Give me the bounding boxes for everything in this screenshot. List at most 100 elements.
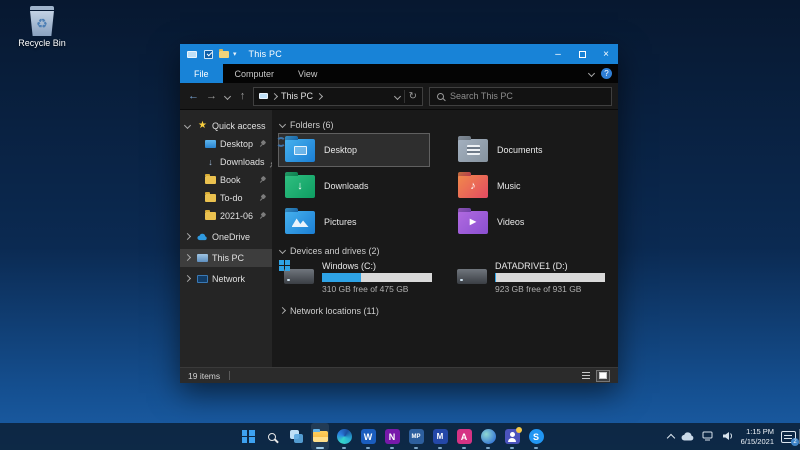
- volume-tray-icon[interactable]: [722, 428, 734, 446]
- folder-tile-music[interactable]: ♪ Music: [451, 169, 603, 203]
- taskbar-teams[interactable]: [503, 423, 521, 450]
- task-view-button[interactable]: [287, 423, 305, 450]
- forward-button[interactable]: →: [204, 91, 219, 102]
- sidebar-item-this-pc[interactable]: This PC: [180, 249, 272, 267]
- sidebar-item-desktop[interactable]: Desktop: [180, 135, 272, 153]
- this-pc-icon: [259, 93, 268, 99]
- search-icon: [268, 433, 276, 441]
- folder-label: Videos: [497, 217, 524, 227]
- details-view-button[interactable]: [579, 370, 593, 382]
- new-folder-icon[interactable]: [217, 47, 231, 61]
- drive-tile-c[interactable]: Windows (C:) 310 GB free of 475 GB: [278, 259, 438, 297]
- pin-icon[interactable]: [256, 210, 267, 221]
- folder-label: Music: [497, 181, 521, 191]
- drive-tile-d[interactable]: DATADRIVE1 (D:) 923 GB free of 931 GB: [451, 259, 611, 297]
- refresh-icon[interactable]: ↻: [409, 91, 417, 102]
- folder-tile-documents[interactable]: Documents: [451, 133, 603, 167]
- pin-icon[interactable]: [266, 159, 272, 165]
- sidebar-item-2021-06[interactable]: 2021-06: [180, 207, 272, 225]
- close-button[interactable]: ×: [594, 44, 618, 64]
- folder-tile-videos[interactable]: ▶ Videos: [451, 205, 603, 239]
- onedrive-tray-icon[interactable]: [681, 428, 695, 446]
- sidebar-item-onedrive[interactable]: OneDrive: [180, 228, 272, 246]
- tab-computer[interactable]: Computer: [223, 64, 287, 83]
- tab-view[interactable]: View: [286, 64, 329, 83]
- this-pc-icon: [185, 47, 199, 61]
- sidebar-item-network[interactable]: Network: [180, 270, 272, 288]
- thumbnail-view-button[interactable]: [596, 370, 610, 382]
- notification-center-icon[interactable]: 2: [781, 431, 796, 443]
- folder-tile-desktop[interactable]: Desktop: [278, 133, 430, 167]
- pin-icon[interactable]: [256, 192, 267, 203]
- quick-access-toolbar-caret-icon[interactable]: ▾: [233, 51, 237, 58]
- folder-tile-downloads[interactable]: ↓ Downloads: [278, 169, 430, 203]
- address-dropdown-icon[interactable]: [394, 92, 401, 99]
- chevron-right-icon[interactable]: [184, 233, 191, 240]
- taskbar-onenote[interactable]: N: [383, 423, 401, 450]
- recycle-bin-shortcut[interactable]: ♻ Recycle Bin: [10, 6, 74, 48]
- music-folder-icon: ♪: [458, 175, 488, 198]
- tray-overflow-icon[interactable]: [666, 434, 674, 442]
- folders-section-header[interactable]: Folders (6): [280, 118, 610, 131]
- taskbar-sphere-app[interactable]: [479, 423, 497, 450]
- collapse-section-icon[interactable]: [279, 121, 286, 128]
- breadcrumb[interactable]: This PC: [281, 91, 313, 101]
- chevron-right-icon[interactable]: [184, 254, 191, 261]
- tray-date: 6/15/2021: [741, 437, 774, 446]
- taskbar-file-explorer[interactable]: [311, 423, 329, 450]
- network-tray-icon[interactable]: [702, 428, 715, 446]
- address-bar[interactable]: This PC ↻: [253, 87, 423, 106]
- item-count: 19 items: [188, 371, 220, 381]
- taskbar-search-button[interactable]: [263, 423, 281, 450]
- taskbar-edge[interactable]: [335, 423, 353, 450]
- desktop-folder-icon: [285, 139, 315, 162]
- chevron-right-icon[interactable]: [184, 275, 191, 282]
- start-button[interactable]: [239, 423, 257, 450]
- drive-usage-bar: [495, 273, 605, 282]
- m-tool-icon: M: [433, 429, 448, 444]
- sidebar-item-todo[interactable]: To-do: [180, 189, 272, 207]
- desktop: ♻ Recycle Bin ▾ This PC – × File Compute…: [0, 0, 800, 450]
- taskbar-clock[interactable]: 1:15 PM 6/15/2021: [741, 427, 774, 446]
- videos-folder-icon: ▶: [458, 211, 488, 234]
- chevron-down-icon[interactable]: [184, 122, 191, 129]
- breadcrumb-separator-icon[interactable]: [316, 92, 323, 99]
- recent-locations-icon[interactable]: [222, 94, 232, 99]
- folder-tile-pictures[interactable]: Pictures: [278, 205, 430, 239]
- section-header-label: Network locations (11): [290, 306, 379, 316]
- expand-ribbon-icon[interactable]: [588, 70, 595, 77]
- documents-folder-icon: [458, 139, 488, 162]
- window-title: This PC: [249, 49, 282, 59]
- drives-section-header[interactable]: Devices and drives (2): [280, 244, 610, 257]
- pin-icon[interactable]: [256, 174, 267, 185]
- windows-logo-icon: [279, 260, 290, 271]
- taskbar-m-tool[interactable]: M: [431, 423, 449, 450]
- edge-icon: [337, 429, 352, 444]
- taskbar-skype[interactable]: S: [527, 423, 545, 450]
- taskbar-mp-app[interactable]: MP: [407, 423, 425, 450]
- tab-file[interactable]: File: [180, 64, 223, 83]
- minimize-button[interactable]: –: [546, 44, 570, 64]
- skype-icon: S: [529, 429, 544, 444]
- help-icon[interactable]: ?: [601, 68, 612, 79]
- sidebar-item-quick-access[interactable]: ★ Quick access: [180, 117, 272, 135]
- expand-section-icon[interactable]: [279, 307, 286, 314]
- network-locations-section-header[interactable]: Network locations (11): [280, 304, 610, 317]
- back-button[interactable]: ←: [186, 91, 201, 102]
- search-input[interactable]: Search This PC: [429, 87, 612, 106]
- maximize-button[interactable]: [570, 44, 594, 64]
- collapse-section-icon[interactable]: [279, 247, 286, 254]
- taskbar-a-app[interactable]: A: [455, 423, 473, 450]
- sidebar-item-downloads[interactable]: ↓ Downloads: [180, 153, 272, 171]
- recycle-bin-label: Recycle Bin: [10, 38, 74, 48]
- sidebar-item-book[interactable]: Book: [180, 171, 272, 189]
- title-bar[interactable]: ▾ This PC – ×: [180, 44, 618, 64]
- properties-icon[interactable]: [201, 47, 215, 61]
- notification-badge: 2: [791, 438, 799, 446]
- taskbar-word[interactable]: W: [359, 423, 377, 450]
- up-button[interactable]: ↑: [235, 91, 250, 102]
- word-icon: W: [361, 429, 376, 444]
- sidebar-item-label: This PC: [212, 253, 244, 263]
- pin-icon[interactable]: [256, 138, 267, 149]
- recycle-bin-icon: ♻: [29, 6, 55, 36]
